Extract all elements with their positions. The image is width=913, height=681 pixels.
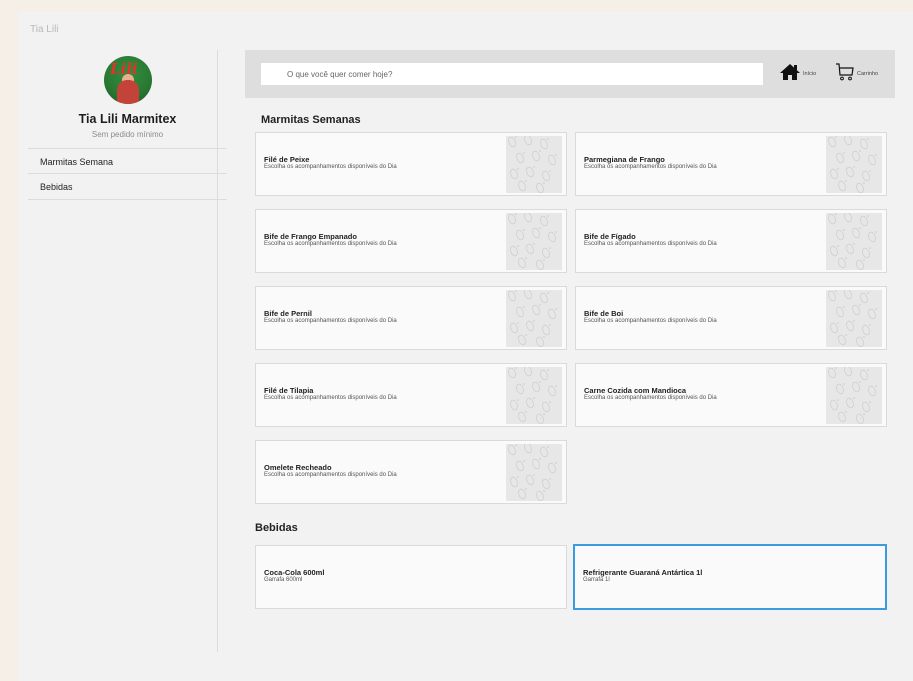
drink-item-card-selected[interactable]: Refrigerante Guaraná Antártica 1l Garraf… (573, 544, 887, 610)
sidebar-divider (217, 50, 218, 652)
item-image-placeholder (826, 365, 882, 425)
item-description: Garrafa 1l (583, 577, 610, 583)
section-title-bebidas: Bebidas (255, 522, 298, 534)
item-name: Bife de Pernil (264, 309, 312, 318)
item-name: Refrigerante Guaraná Antártica 1l (583, 568, 703, 577)
item-description: Escolha os acompanhamentos disponíveis d… (584, 164, 717, 170)
sidebar-item-bebidas[interactable]: Bebidas (28, 174, 227, 200)
item-image-placeholder (506, 134, 562, 194)
section-title-marmitas: Marmitas Semanas (261, 114, 361, 126)
item-description: Escolha os acompanhamentos disponíveis d… (584, 395, 717, 401)
item-description: Escolha os acompanhamentos disponíveis d… (264, 472, 397, 478)
sidebar-nav: Marmitas Semana Bebidas (28, 148, 227, 200)
store-subtitle: Sem pedido mínimo (91, 130, 164, 139)
cart-button[interactable]: Carrinho (835, 62, 879, 87)
item-image-placeholder (826, 211, 882, 271)
item-name: Bife de Fígado (584, 232, 636, 241)
menu-item-card[interactable]: Bife de Fígado Escolha os acompanhamento… (575, 209, 887, 273)
item-image-placeholder (826, 134, 882, 194)
item-description: Escolha os acompanhamentos disponíveis d… (584, 241, 717, 247)
window-title: Tia Lili (30, 24, 59, 35)
item-description: Escolha os acompanhamentos disponíveis d… (584, 318, 717, 324)
menu-item-card[interactable]: Bife de Boi Escolha os acompanhamentos d… (575, 286, 887, 350)
item-description: Escolha os acompanhamentos disponíveis d… (264, 318, 397, 324)
home-icon (779, 63, 801, 86)
item-description: Escolha os acompanhamentos disponíveis d… (264, 164, 397, 170)
item-description: Garrafa 600ml (264, 577, 303, 583)
menu-item-card[interactable]: Bife de Pernil Escolha os acompanhamento… (255, 286, 567, 350)
item-name: Filé de Tilapia (264, 386, 314, 395)
menu-item-card[interactable]: Filé de Tilapia Escolha os acompanhament… (255, 363, 567, 427)
logo-person (117, 80, 139, 104)
item-description: Escolha os acompanhamentos disponíveis d… (264, 241, 397, 247)
menu-item-card[interactable]: Parmegiana de Frango Escolha os acompanh… (575, 132, 887, 196)
item-description: Escolha os acompanhamentos disponíveis d… (264, 395, 397, 401)
item-name: Bife de Boi (584, 309, 624, 318)
item-image-placeholder (506, 442, 562, 502)
drink-item-card[interactable]: Coca-Cola 600ml Garrafa 600ml (255, 545, 567, 609)
cart-label: Carrinho (857, 71, 879, 77)
item-name: Filé de Peixe (264, 155, 310, 164)
cart-icon (835, 62, 855, 87)
item-image-placeholder (506, 211, 562, 271)
store-name: Tia Lili Marmitex (78, 112, 177, 126)
sidebar: Lili Tia Lili Marmitex Sem pedido mínimo… (28, 50, 227, 640)
search-input[interactable] (261, 63, 763, 85)
item-image-placeholder (506, 365, 562, 425)
sidebar-item-marmitas[interactable]: Marmitas Semana (28, 148, 227, 174)
item-name: Carne Cozida com Mandioca (584, 386, 687, 395)
item-name: Coca-Cola 600ml (264, 568, 325, 577)
top-bar: Início Carrinho (245, 50, 895, 98)
home-button[interactable]: Início (779, 63, 816, 85)
item-image-placeholder (506, 288, 562, 348)
item-name: Bife de Frango Empanado (264, 232, 357, 241)
item-image-placeholder (826, 288, 882, 348)
item-name: Omelete Recheado (264, 463, 332, 472)
item-name: Parmegiana de Frango (584, 155, 665, 164)
main-content: Marmitas Semanas Filé de Peixe Escolha o… (245, 98, 895, 653)
menu-item-card[interactable]: Carne Cozida com Mandioca Escolha os aco… (575, 363, 887, 427)
home-label: Início (803, 71, 817, 77)
store-logo: Lili (104, 56, 152, 104)
menu-item-card[interactable]: Bife de Frango Empanado Escolha os acomp… (255, 209, 567, 273)
menu-item-card[interactable]: Filé de Peixe Escolha os acompanhamentos… (255, 132, 567, 196)
menu-item-card[interactable]: Omelete Recheado Escolha os acompanhamen… (255, 440, 567, 504)
